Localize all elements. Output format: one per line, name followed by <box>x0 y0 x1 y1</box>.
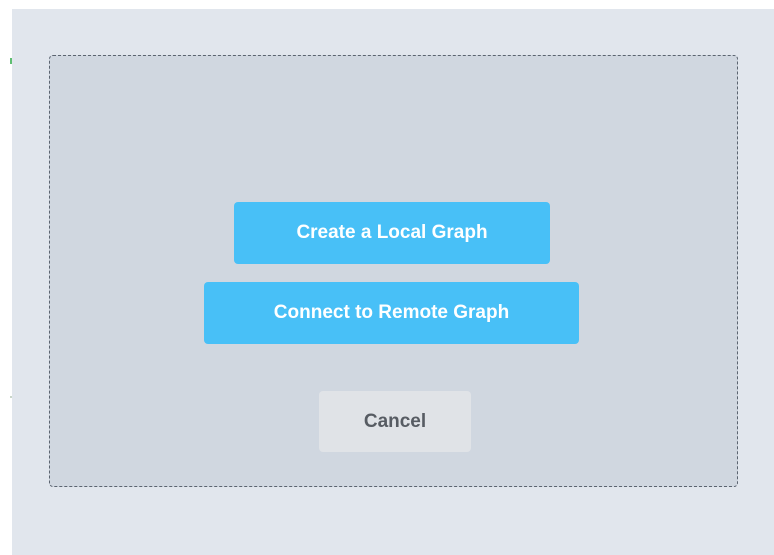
background-edge-marker <box>10 58 12 64</box>
create-local-graph-button[interactable]: Create a Local Graph <box>234 202 550 264</box>
background-edge-divider <box>10 396 12 398</box>
new-graph-dialog: Create a Local Graph Connect to Remote G… <box>49 55 738 487</box>
connect-remote-graph-button[interactable]: Connect to Remote Graph <box>204 282 579 344</box>
cancel-button[interactable]: Cancel <box>319 391 471 452</box>
